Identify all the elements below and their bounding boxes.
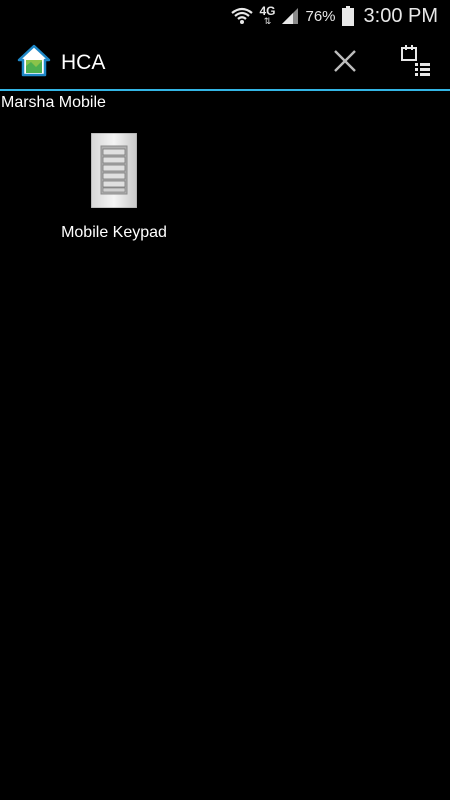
battery-icon	[341, 6, 354, 26]
battery-percent: 76%	[305, 7, 336, 25]
device-label: Mobile Keypad	[61, 224, 167, 241]
close-icon[interactable]	[328, 44, 362, 78]
hca-home-icon[interactable]	[17, 44, 51, 78]
keypad-icon	[90, 132, 138, 209]
status-bar: 4G ⇅ 76% 3:00 PM	[0, 0, 450, 32]
app-title: HCA	[61, 51, 106, 74]
wifi-icon	[231, 7, 254, 25]
action-bar: HCA	[0, 32, 450, 89]
action-bar-divider	[0, 89, 450, 91]
calendar-list-icon[interactable]	[398, 42, 434, 80]
signal-icon	[281, 7, 299, 25]
device-mobile-keypad[interactable]: Mobile Keypad	[44, 130, 184, 250]
network-4g-icon: 4G ⇅	[259, 4, 276, 26]
section-title: Marsha Mobile	[1, 94, 106, 111]
clock: 3:00 PM	[363, 4, 438, 27]
